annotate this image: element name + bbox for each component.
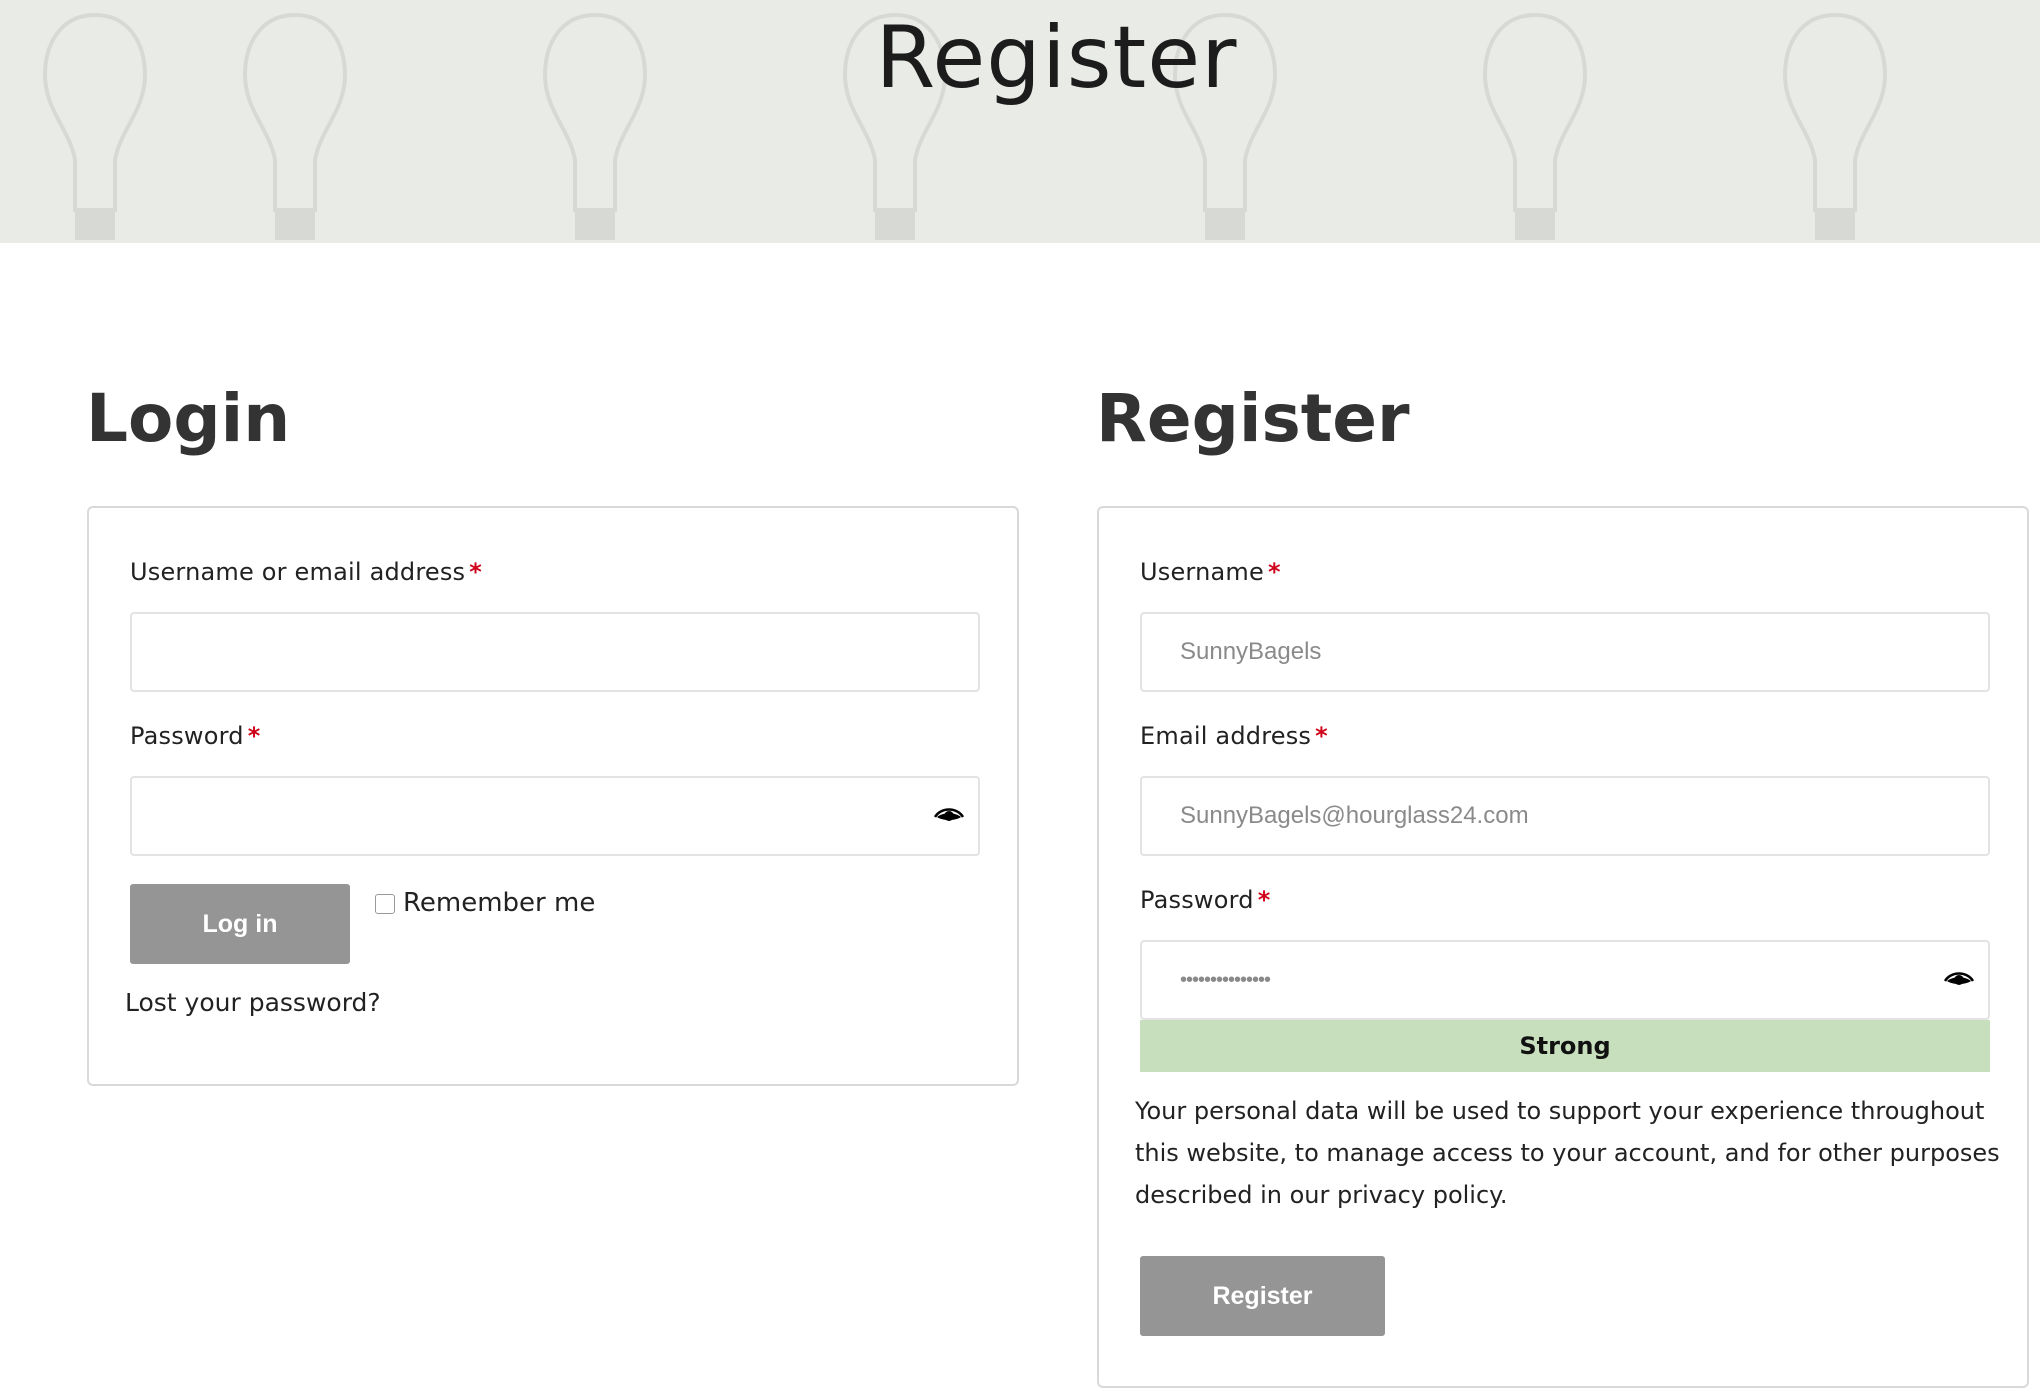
- register-button[interactable]: Register: [1140, 1256, 1385, 1336]
- register-password-label: Password *: [1140, 886, 1270, 914]
- register-form: Username * SunnyBagels Email address * Sun…: [1097, 506, 2029, 1388]
- login-heading: Login: [86, 380, 291, 457]
- eye-icon[interactable]: [1944, 968, 1974, 994]
- register-username-label: Username *: [1140, 558, 1281, 586]
- login-form: Username or email address * Password * Log…: [87, 506, 1019, 1086]
- login-password-label-text: Password: [130, 722, 244, 750]
- login-password-label: Password *: [130, 722, 260, 750]
- register-username-input[interactable]: SunnyBagels: [1140, 612, 1990, 692]
- login-password-input[interactable]: [130, 776, 980, 856]
- register-password-value: •••••••••••••••: [1180, 968, 1271, 991]
- required-marker: *: [469, 558, 483, 586]
- eye-icon[interactable]: [934, 804, 964, 830]
- register-password-input[interactable]: •••••••••••••••: [1140, 940, 1990, 1020]
- login-username-input[interactable]: [130, 612, 980, 692]
- required-marker: *: [1315, 722, 1328, 750]
- lost-password-link[interactable]: Lost your password?: [125, 988, 381, 1017]
- privacy-notice: Your personal data will be used to suppo…: [1135, 1097, 2000, 1209]
- required-marker: *: [1257, 886, 1271, 914]
- register-email-input[interactable]: SunnyBagels@hourglass24.com: [1140, 776, 1990, 856]
- hero-banner: Register: [0, 0, 2040, 243]
- required-marker: *: [1267, 558, 1281, 586]
- register-heading: Register: [1096, 380, 1410, 457]
- password-strength-meter: Strong: [1140, 1020, 1990, 1072]
- username-or-email-label: Username or email address *: [130, 558, 482, 586]
- register-email-label-text: Email address: [1140, 722, 1312, 750]
- register-password-label-text: Password: [1140, 886, 1254, 914]
- register-email-label: Email address *: [1140, 722, 1328, 750]
- register-username-label-text: Username: [1140, 558, 1264, 586]
- required-marker: *: [247, 722, 261, 750]
- username-or-email-label-text: Username or email address: [130, 558, 466, 586]
- login-button[interactable]: Log in: [130, 884, 350, 964]
- remember-me-label[interactable]: Remember me: [403, 888, 595, 918]
- page-title: Register: [875, 8, 1238, 108]
- remember-me-checkbox[interactable]: [375, 894, 395, 914]
